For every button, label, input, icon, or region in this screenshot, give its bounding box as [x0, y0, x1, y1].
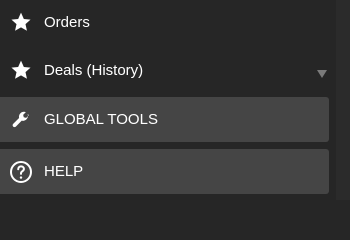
star-icon [9, 10, 33, 34]
scrollbar[interactable] [336, 0, 350, 200]
wrench-icon [9, 108, 33, 132]
menu-list: Orders Deals (History) GLOBAL TOOLS HELP [0, 0, 330, 200]
section-label: HELP [44, 163, 84, 180]
menu-item-label: Deals (History) [44, 61, 144, 79]
section-help[interactable]: HELP [0, 149, 329, 194]
menu-item-orders[interactable]: Orders [0, 0, 330, 44]
sidebar-menu: Orders Deals (History) GLOBAL TOOLS HELP [0, 0, 350, 200]
section-label: GLOBAL TOOLS [44, 111, 158, 128]
section-global-tools[interactable]: GLOBAL TOOLS [0, 97, 329, 142]
scroll-down-arrow-icon[interactable] [317, 70, 327, 78]
menu-item-deals-history[interactable]: Deals (History) [0, 47, 330, 93]
star-icon [9, 58, 33, 82]
question-circle-icon [9, 160, 33, 184]
menu-item-label: Orders [44, 13, 90, 31]
